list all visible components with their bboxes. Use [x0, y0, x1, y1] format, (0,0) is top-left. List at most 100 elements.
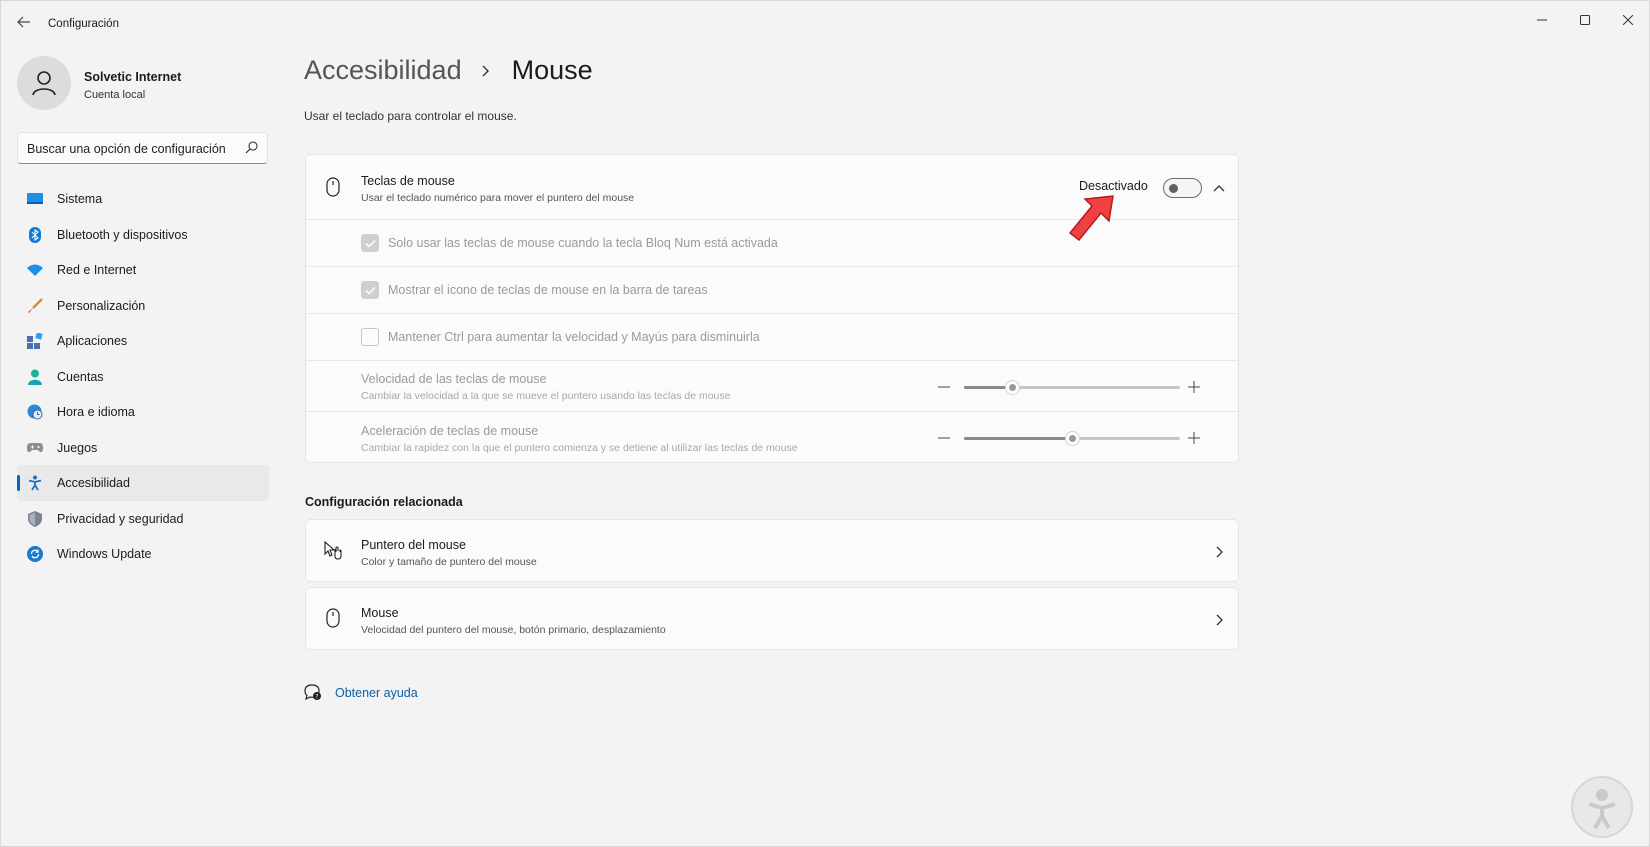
maximize-button[interactable] [1565, 7, 1605, 33]
app-title: Configuración [48, 18, 119, 30]
sidebar-nav: Sistema Bluetooth y dispositivos Red e I… [17, 181, 269, 572]
minus-icon [936, 377, 952, 397]
minimize-icon [1537, 19, 1547, 21]
wifi-icon [27, 262, 43, 278]
acceleration-title: Aceleración de teclas de mouse [361, 424, 539, 438]
apps-icon [27, 333, 43, 349]
account-icon [27, 369, 43, 385]
selection-indicator [17, 475, 20, 491]
profile-account-type: Cuenta local [84, 89, 146, 101]
slider-track[interactable] [964, 380, 1180, 395]
checkmark-icon [364, 286, 376, 295]
back-button[interactable] [11, 11, 37, 33]
get-help-link[interactable]: ? Obtener ayuda [304, 684, 418, 701]
toggle-knob [1169, 184, 1178, 193]
globe-clock-icon [27, 404, 43, 420]
brush-icon [27, 297, 43, 314]
mouse-icon [323, 177, 343, 197]
acceleration-row: Aceleración de teclas de mouse Cambiar l… [306, 411, 1238, 463]
page-subtitle: Usar el teclado para controlar el mouse. [304, 109, 517, 123]
shield-icon [27, 510, 43, 527]
page-title: Mouse [511, 55, 593, 85]
breadcrumb: Accesibilidad Mouse [304, 55, 593, 86]
sidebar-item-red[interactable]: Red e Internet [17, 252, 269, 288]
option-label: Mantener Ctrl para aumentar la velocidad… [388, 330, 760, 344]
mouse-settings-link[interactable]: Mouse Velocidad del puntero del mouse, b… [305, 587, 1239, 650]
watermark-logo [1571, 776, 1633, 838]
slider-thumb[interactable] [1004, 380, 1020, 395]
option-checkbox[interactable] [361, 328, 379, 346]
title-bar: Configuración [1, 1, 1649, 41]
mouse-settings-description: Velocidad del puntero del mouse, botón p… [361, 624, 666, 636]
sidebar-item-aplicaciones[interactable]: Aplicaciones [17, 323, 269, 359]
search-input[interactable]: Buscar una opción de configuración [27, 142, 226, 156]
gamepad-icon [27, 440, 43, 456]
sidebar-item-hora[interactable]: Hora e idioma [17, 394, 269, 430]
annotation-arrow [1069, 195, 1114, 241]
option-checkbox[interactable] [361, 234, 379, 252]
option-row: Mantener Ctrl para aumentar la velocidad… [306, 313, 1238, 360]
toggle-state-label: Desactivado [1079, 179, 1148, 193]
accessibility-icon [27, 475, 43, 491]
mouse-keys-title: Teclas de mouse [361, 174, 455, 188]
option-label: Solo usar las teclas de mouse cuando la … [388, 236, 778, 250]
mouse-pointer-title: Puntero del mouse [361, 538, 466, 552]
sidebar-item-sistema[interactable]: Sistema [17, 181, 269, 217]
speed-row: Velocidad de las teclas de mouse Cambiar… [306, 360, 1238, 411]
profile-name: Solvetic Internet [84, 70, 182, 84]
close-icon [1623, 15, 1633, 25]
speed-description: Cambiar la velocidad a la que se mueve e… [361, 390, 731, 402]
maximize-icon [1580, 15, 1590, 25]
chevron-right-icon [482, 65, 490, 77]
speed-title: Velocidad de las teclas de mouse [361, 372, 547, 386]
plus-icon [1186, 377, 1202, 397]
mouse-pointer-link[interactable]: Puntero del mouse Color y tamaño de punt… [305, 519, 1239, 582]
mouse-keys-description: Usar el teclado numérico para mover el p… [361, 192, 635, 204]
bluetooth-icon [27, 226, 43, 243]
acceleration-description: Cambiar la rapidez con la que el puntero… [361, 442, 798, 454]
svg-text:?: ? [315, 693, 318, 700]
slider-thumb[interactable] [1065, 431, 1080, 446]
speed-slider[interactable] [936, 377, 1202, 397]
mouse-icon [323, 608, 343, 628]
mouse-keys-toggle[interactable] [1163, 178, 1202, 198]
back-arrow-icon [17, 16, 30, 28]
option-row: Mostrar el icono de teclas de mouse en l… [306, 266, 1238, 313]
slider-fill [964, 437, 1072, 440]
minus-icon [936, 428, 952, 448]
sidebar-item-windows-update[interactable]: Windows Update [17, 536, 269, 572]
chevron-up-icon [1213, 185, 1225, 192]
avatar [17, 56, 71, 110]
option-checkbox[interactable] [361, 281, 379, 299]
checkmark-icon [364, 239, 376, 248]
minimize-button[interactable] [1522, 7, 1562, 33]
settings-window: Configuración Solvetic Internet Cuenta l… [0, 0, 1650, 847]
breadcrumb-parent[interactable]: Accesibilidad [304, 55, 462, 86]
sidebar-item-cuentas[interactable]: Cuentas [17, 359, 269, 395]
slider-track[interactable] [964, 431, 1180, 446]
pointer-icon [323, 540, 343, 560]
help-label[interactable]: Obtener ayuda [335, 686, 418, 700]
sidebar-item-privacidad[interactable]: Privacidad y seguridad [17, 501, 269, 537]
user-icon [32, 71, 56, 96]
related-settings-heading: Configuración relacionada [305, 495, 463, 509]
sidebar-item-bluetooth[interactable]: Bluetooth y dispositivos [17, 217, 269, 253]
mouse-pointer-description: Color y tamaño de puntero del mouse [361, 556, 537, 568]
collapse-button[interactable] [1206, 175, 1232, 201]
search-icon[interactable] [245, 141, 258, 154]
close-button[interactable] [1608, 7, 1648, 33]
user-profile[interactable]: Solvetic Internet Cuenta local [17, 56, 277, 111]
help-chat-icon: ? [304, 684, 321, 700]
sidebar-item-personalizacion[interactable]: Personalización [17, 288, 269, 324]
update-icon [27, 546, 43, 562]
acceleration-slider[interactable] [936, 428, 1202, 448]
sidebar-item-juegos[interactable]: Juegos [17, 430, 269, 466]
chevron-right-icon [1209, 610, 1229, 630]
mouse-settings-title: Mouse [361, 606, 399, 620]
chevron-right-icon [1209, 542, 1229, 562]
option-label: Mostrar el icono de teclas de mouse en l… [388, 283, 708, 297]
search-box[interactable]: Buscar una opción de configuración [17, 132, 268, 164]
plus-icon [1186, 428, 1202, 448]
sidebar-item-accesibilidad[interactable]: Accesibilidad [17, 465, 269, 501]
system-icon [27, 191, 43, 207]
